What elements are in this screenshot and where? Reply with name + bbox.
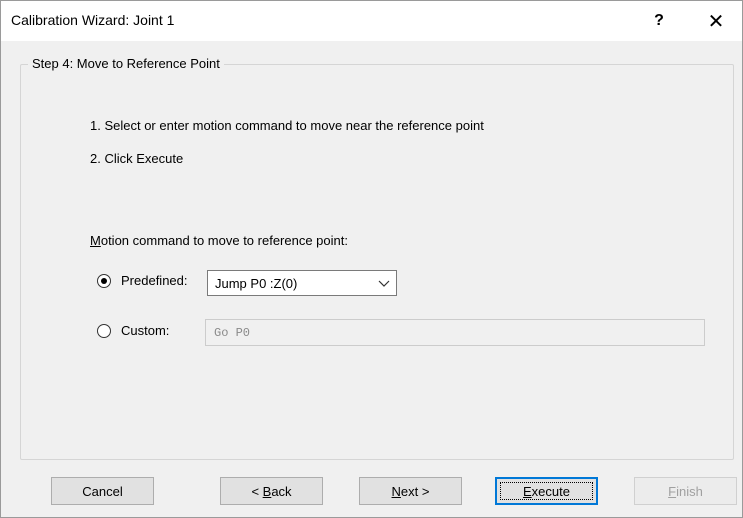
help-icon: ? [654, 12, 664, 29]
custom-radio[interactable] [97, 324, 111, 338]
title-bar: Calibration Wizard: Joint 1 ? ✕ [1, 1, 742, 41]
predefined-label[interactable]: Predefined: [121, 273, 188, 288]
motion-command-label: Motion command to move to reference poin… [90, 233, 348, 248]
window-title: Calibration Wizard: Joint 1 [11, 12, 175, 28]
help-button[interactable]: ? [637, 1, 681, 41]
instruction-1: 1. Select or enter motion command to mov… [90, 118, 484, 133]
finish-button[interactable]: Finish [634, 477, 737, 505]
predefined-command-dropdown[interactable]: Jump P0 :Z(0) [207, 270, 397, 296]
next-mnemonic: N [391, 483, 401, 499]
cancel-label: Cancel [82, 483, 123, 499]
motion-label-mnemonic: M [90, 233, 101, 248]
close-button[interactable]: ✕ [694, 1, 738, 41]
back-rest: ack [271, 483, 292, 499]
next-rest: ext > [400, 483, 430, 499]
finish-rest: inish [676, 483, 703, 499]
finish-label: Finish [668, 484, 703, 499]
back-button[interactable]: < Back [220, 477, 323, 505]
motion-label-text: otion command to move to reference point… [100, 233, 348, 248]
close-icon: ✕ [707, 10, 725, 33]
custom-command-value: Go P0 [214, 326, 251, 340]
next-label: Next > [392, 484, 430, 499]
execute-button[interactable]: Execute [495, 477, 598, 505]
back-label: < Back [251, 484, 291, 499]
cancel-button[interactable]: Cancel [51, 477, 154, 505]
step-title: Step 4: Move to Reference Point [28, 56, 224, 71]
next-button[interactable]: Next > [359, 477, 462, 505]
predefined-radio[interactable] [97, 274, 111, 288]
focus-rectangle [500, 482, 593, 500]
instruction-2: 2. Click Execute [90, 151, 184, 166]
back-prefix: < [251, 483, 263, 499]
custom-label[interactable]: Custom: [121, 323, 169, 338]
chevron-down-icon[interactable] [378, 274, 390, 295]
predefined-command-value: Jump P0 :Z(0) [215, 276, 298, 291]
finish-mnemonic: F [668, 483, 677, 499]
custom-command-field: Go P0 [205, 319, 705, 346]
